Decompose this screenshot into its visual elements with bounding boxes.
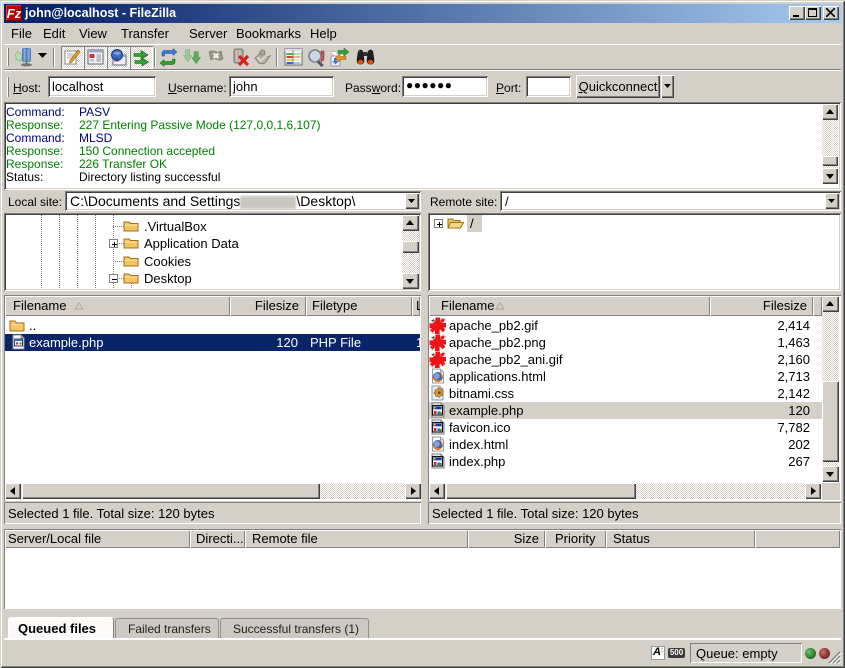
svg-text:Fz: Fz: [7, 6, 22, 21]
